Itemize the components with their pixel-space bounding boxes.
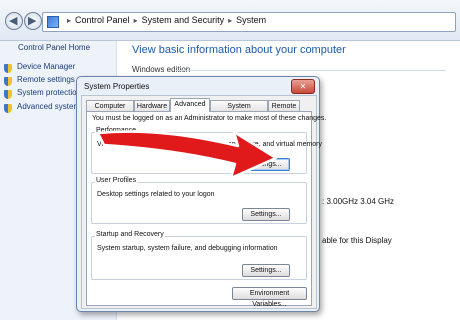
system-properties-dialog: System Properties ✕ Computer Name Hardwa… — [76, 76, 326, 312]
advanced-tab-panel: You must be logged on as an Administrato… — [86, 111, 326, 308]
breadcrumb: ▸ Control Panel ▸ System and Security ▸ Syste… — [63, 15, 266, 25]
tab-advanced[interactable]: Advanced — [170, 98, 210, 112]
section-divider — [176, 70, 446, 71]
startup-recovery-desc: System startup, system failure, and debu… — [97, 245, 278, 252]
address-field[interactable]: ▸ Control Panel ▸ System and Security ▸ Syste… — [42, 12, 456, 32]
close-icon[interactable]: ✕ — [291, 79, 315, 94]
performance-settings-button[interactable]: Settings... — [242, 158, 290, 171]
task-label: Advanced system — [17, 102, 81, 111]
control-panel-home-link[interactable]: Control Panel Home — [18, 43, 90, 52]
environment-variables-button[interactable]: Environment Variables... — [232, 287, 307, 308]
tab-remote[interactable]: Remote — [268, 100, 300, 111]
performance-group: Performance Visual effects, processor sc… — [91, 127, 322, 174]
task-label: Remote settings — [17, 75, 75, 84]
user-profiles-title: User Profiles — [95, 177, 138, 184]
page-title: View basic information about your comput… — [132, 44, 346, 56]
breadcrumb-separator: ▸ — [228, 16, 233, 25]
user-profiles-desc: Desktop settings related to your logon — [97, 191, 215, 198]
forward-arrow-icon: ▶ — [28, 15, 37, 27]
breadcrumb-separator: ▸ — [133, 16, 138, 25]
address-bar-region: ◀ ▶ ▸ Control Panel ▸ System and Security ▸ S… — [0, 0, 460, 41]
dialog-title: System Properties — [84, 82, 150, 91]
shield-icon — [4, 77, 12, 86]
breadcrumb-separator: ▸ — [67, 16, 72, 25]
admin-note: You must be logged on as an Administrato… — [92, 115, 327, 122]
control-panel-icon — [47, 16, 59, 28]
performance-desc: Visual effects, processor scheduling, me… — [97, 141, 323, 148]
startup-settings-button[interactable]: Settings... — [242, 264, 290, 277]
processor-speed-text: : 3.00GHz 3.04 GHz — [322, 197, 395, 206]
breadcrumb-system[interactable]: System — [236, 15, 266, 25]
breadcrumb-system-and-security[interactable]: System and Security — [142, 15, 225, 25]
tab-computer-name[interactable]: Computer Name — [86, 100, 134, 121]
shield-icon — [4, 90, 12, 99]
performance-title: Performance — [95, 127, 138, 134]
pen-touch-text: able for this Display — [322, 236, 392, 245]
breadcrumb-control-panel[interactable]: Control Panel — [75, 15, 130, 25]
tab-hardware[interactable]: Hardware — [134, 100, 170, 111]
shield-icon — [4, 104, 12, 113]
shield-icon — [4, 64, 12, 73]
startup-recovery-title: Startup and Recovery — [95, 231, 165, 238]
forward-button[interactable]: ▶ — [24, 12, 42, 30]
task-label: Device Manager — [17, 62, 76, 71]
user-profiles-group: User Profiles Desktop settings related t… — [91, 177, 307, 224]
task-label: System protection — [17, 88, 82, 97]
startup-recovery-group: Startup and Recovery System startup, sys… — [91, 231, 307, 280]
back-button[interactable]: ◀ — [5, 12, 23, 30]
dialog-body: Computer Name Hardware Advanced System P… — [81, 95, 326, 309]
user-profiles-settings-button[interactable]: Settings... — [242, 208, 290, 221]
tab-system-protection[interactable]: System Protection — [210, 100, 268, 121]
back-arrow-icon: ◀ — [9, 15, 18, 27]
